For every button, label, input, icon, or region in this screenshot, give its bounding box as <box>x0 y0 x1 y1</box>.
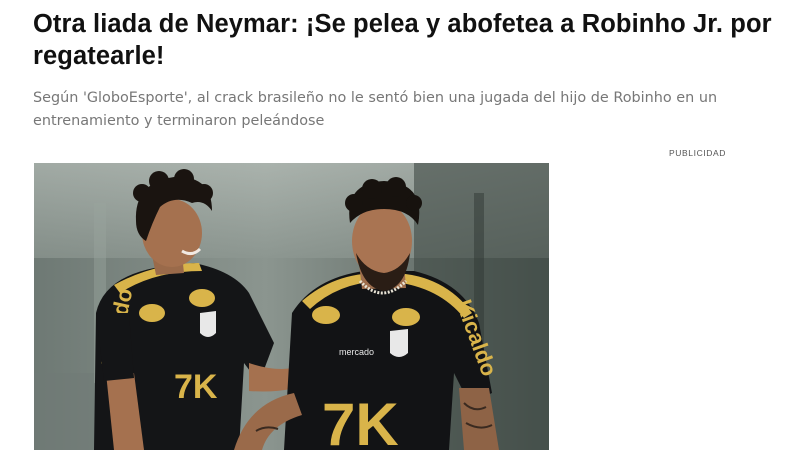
article-photo: Kicaldo 7K <box>34 163 549 450</box>
article-page: Otra liada de Neymar: ¡Se pelea y abofet… <box>0 0 800 450</box>
jersey-maker-right: mercado <box>339 347 374 357</box>
main-sponsor-right: 7K <box>322 391 399 450</box>
article-headline: Otra liada de Neymar: ¡Se pelea y abofet… <box>33 10 772 70</box>
main-sponsor-left: 7K <box>174 368 218 406</box>
advertisement-label: PUBLICIDAD <box>669 148 727 158</box>
training-photo-illustration: Kicaldo 7K <box>34 163 549 450</box>
article-standfirst: Según 'GloboEsporte', al crack brasileño… <box>33 90 718 129</box>
